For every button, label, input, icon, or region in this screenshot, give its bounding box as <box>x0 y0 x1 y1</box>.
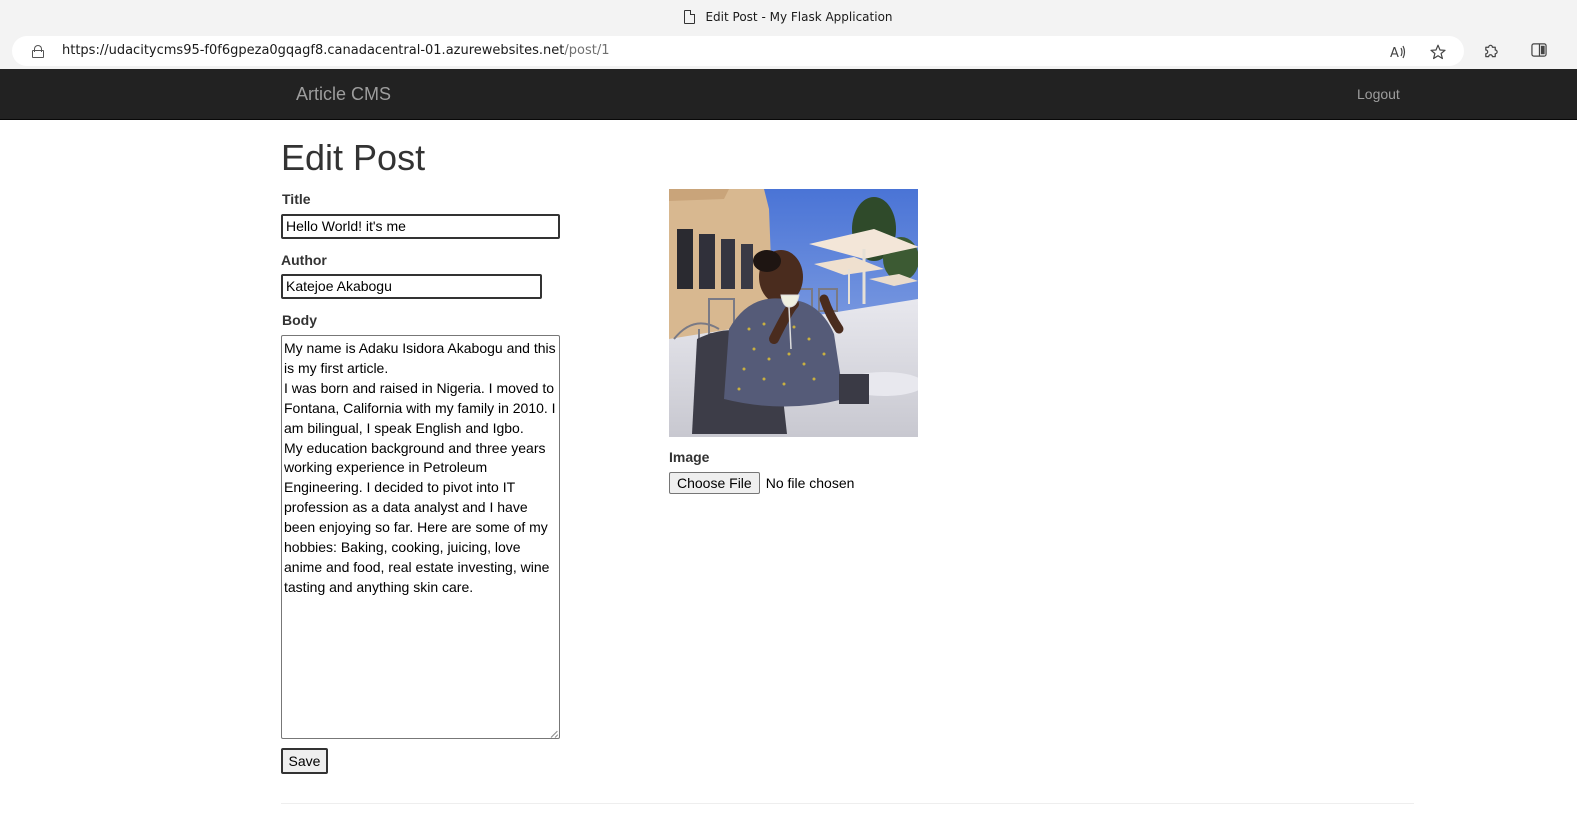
title-input[interactable]: Hello World! it's me <box>281 214 560 239</box>
footer-divider <box>281 803 1414 804</box>
read-aloud-icon[interactable]: A <box>1390 44 1406 60</box>
image-label: Image <box>669 449 710 465</box>
lock-icon[interactable] <box>32 45 44 58</box>
address-bar[interactable]: https://udacitycms95-f0f6gpeza0gqagf8.ca… <box>12 36 1464 66</box>
title-label: Title <box>282 191 311 207</box>
page-title: Edit Post <box>281 137 426 178</box>
star-icon[interactable] <box>1430 44 1446 60</box>
resize-handle[interactable] <box>551 731 558 738</box>
file-status-text: No file chosen <box>765 475 855 491</box>
brand-link[interactable]: Article CMS <box>296 84 391 105</box>
choose-file-button[interactable]: Choose File <box>669 472 760 494</box>
author-label: Author <box>281 252 327 268</box>
author-input[interactable]: Katejoe Akabogu <box>281 274 542 299</box>
split-screen-icon[interactable] <box>1531 42 1547 58</box>
svg-text:A: A <box>1390 46 1399 59</box>
url-host: https://udacitycms95-f0f6gpeza0gqagf8.ca… <box>62 43 565 58</box>
logout-link[interactable]: Logout <box>1357 86 1400 102</box>
image-file-input[interactable]: Choose File No file chosen <box>669 472 854 494</box>
save-button[interactable]: Save <box>281 748 328 774</box>
body-textarea[interactable]: My name is Adaku Isidora Akabogu and thi… <box>281 335 560 739</box>
browser-tab-title: Edit Post - My Flask Application <box>705 9 893 24</box>
url-text[interactable]: https://udacitycms95-f0f6gpeza0gqagf8.ca… <box>62 43 610 58</box>
url-path: /post/1 <box>564 43 610 58</box>
browser-title-bar: Edit Post - My Flask Application <box>0 0 1577 33</box>
puzzle-icon[interactable] <box>1483 42 1499 58</box>
body-label: Body <box>282 312 317 328</box>
navbar: Article CMS Logout <box>0 69 1577 120</box>
browser-toolbar: https://udacitycms95-f0f6gpeza0gqagf8.ca… <box>0 33 1577 69</box>
document-icon <box>684 9 696 24</box>
post-image <box>669 189 918 437</box>
